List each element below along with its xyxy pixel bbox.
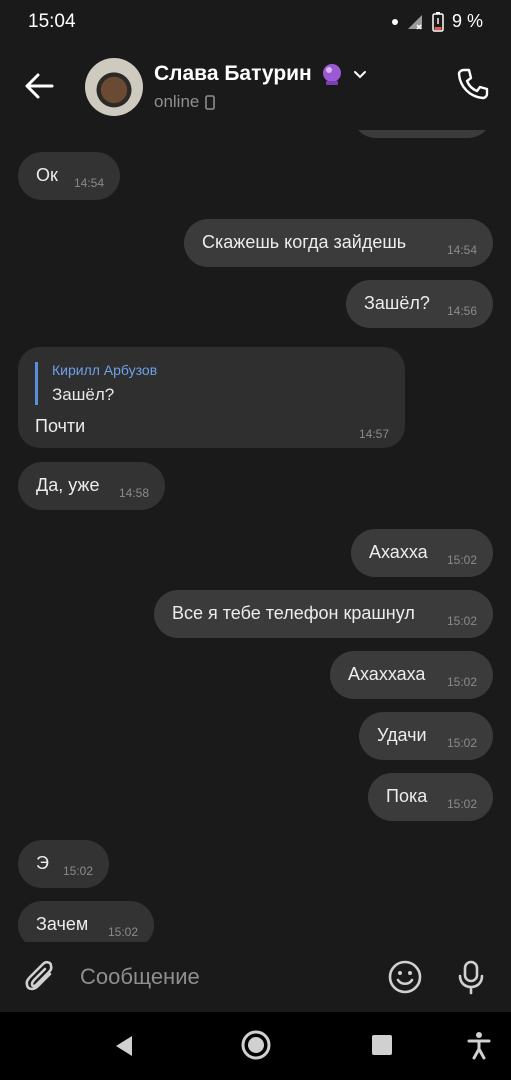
message-text: Скажешь когда зайдешь bbox=[202, 232, 407, 252]
message-text: Все я тебе телефон крашнул bbox=[172, 603, 415, 623]
message-bubble-partial bbox=[352, 130, 492, 138]
battery-icon bbox=[432, 11, 444, 32]
message-text: Ахахха bbox=[369, 542, 428, 562]
system-nav-bar bbox=[0, 1012, 511, 1080]
contact-status: online bbox=[154, 92, 216, 112]
message-bubble-reply[interactable]: Кирилл Арбузов Зашёл? Почти 14:57 bbox=[18, 347, 405, 448]
message-bubble[interactable]: Все я тебе телефон крашнул 15:02 bbox=[154, 590, 493, 638]
reply-accent-bar bbox=[35, 362, 38, 405]
message-text: Удачи bbox=[377, 725, 427, 745]
message-time: 14:54 bbox=[73, 176, 104, 190]
online-status: online bbox=[154, 92, 200, 111]
message-time: 14:54 bbox=[446, 243, 477, 257]
message-text: Да, уже bbox=[36, 475, 100, 495]
status-bar: 15:04 9 % bbox=[0, 0, 511, 44]
nav-home-icon[interactable] bbox=[240, 1029, 272, 1061]
notification-dot-icon bbox=[391, 18, 398, 25]
signal-icon bbox=[407, 14, 422, 30]
avatar[interactable] bbox=[85, 58, 143, 116]
message-text: Э bbox=[36, 853, 49, 873]
message-time: 15:02 bbox=[62, 864, 93, 878]
message-bubble[interactable]: Ахаххаха 15:02 bbox=[330, 651, 493, 699]
chat-header: Слава Батурин online bbox=[0, 44, 511, 130]
message-time: 14:57 bbox=[358, 427, 389, 441]
message-text: Ахаххаха bbox=[348, 664, 426, 684]
message-time: 15:02 bbox=[446, 736, 477, 750]
message-time: 15:02 bbox=[446, 797, 477, 811]
phone-icon[interactable] bbox=[455, 66, 491, 102]
contact-name-row[interactable]: Слава Батурин bbox=[154, 62, 368, 86]
message-time: 15:02 bbox=[107, 925, 138, 939]
nav-back-icon[interactable] bbox=[112, 1034, 136, 1058]
message-time: 14:56 bbox=[446, 304, 477, 318]
message-bubble[interactable]: Э 15:02 bbox=[18, 840, 109, 888]
paperclip-icon[interactable] bbox=[22, 958, 60, 996]
message-text: Почти bbox=[35, 416, 86, 436]
phone-device-icon bbox=[205, 94, 216, 110]
arrow-left-icon[interactable] bbox=[20, 66, 60, 106]
smiley-icon[interactable] bbox=[386, 958, 424, 996]
microphone-icon[interactable] bbox=[452, 958, 490, 996]
nav-recents-icon[interactable] bbox=[372, 1035, 392, 1055]
message-text: Зачем bbox=[36, 914, 89, 934]
message-time: 14:58 bbox=[118, 486, 149, 500]
battery-percent: 9 % bbox=[451, 11, 483, 31]
message-bubble[interactable]: Ахахха 15:02 bbox=[351, 529, 493, 577]
message-time: 15:02 bbox=[446, 614, 477, 628]
crystal-ball-icon bbox=[322, 64, 341, 85]
status-time: 15:04 bbox=[28, 11, 76, 32]
message-bubble[interactable]: Скажешь когда зайдешь 14:54 bbox=[184, 219, 493, 267]
message-time: 15:02 bbox=[446, 675, 477, 689]
message-input[interactable]: Сообщение bbox=[80, 964, 200, 990]
message-bubble[interactable]: Да, уже 14:58 bbox=[18, 462, 165, 510]
accessibility-icon[interactable] bbox=[465, 1030, 493, 1060]
message-list[interactable]: Ок 14:54 Скажешь когда зайдешь 14:54 Заш… bbox=[0, 130, 511, 942]
message-bubble[interactable]: Зашёл? 14:56 bbox=[346, 280, 493, 328]
message-bubble[interactable]: Пока 15:02 bbox=[368, 773, 493, 821]
chevron-down-icon[interactable] bbox=[352, 66, 368, 82]
message-composer: Сообщение bbox=[0, 942, 511, 1012]
message-text: Зашёл? bbox=[364, 293, 430, 313]
message-bubble[interactable]: Удачи 15:02 bbox=[359, 712, 493, 760]
status-icons: 9 % bbox=[391, 11, 483, 32]
message-text: Ок bbox=[36, 165, 58, 185]
message-text: Пока bbox=[386, 786, 428, 806]
message-bubble[interactable]: Ок 14:54 bbox=[18, 152, 120, 200]
contact-name: Слава Батурин bbox=[154, 62, 312, 85]
message-bubble[interactable]: Зачем 15:02 bbox=[18, 901, 154, 942]
reply-author[interactable]: Кирилл Арбузов bbox=[52, 362, 157, 378]
message-time: 15:02 bbox=[446, 553, 477, 567]
reply-quote[interactable]: Зашёл? bbox=[52, 385, 114, 405]
